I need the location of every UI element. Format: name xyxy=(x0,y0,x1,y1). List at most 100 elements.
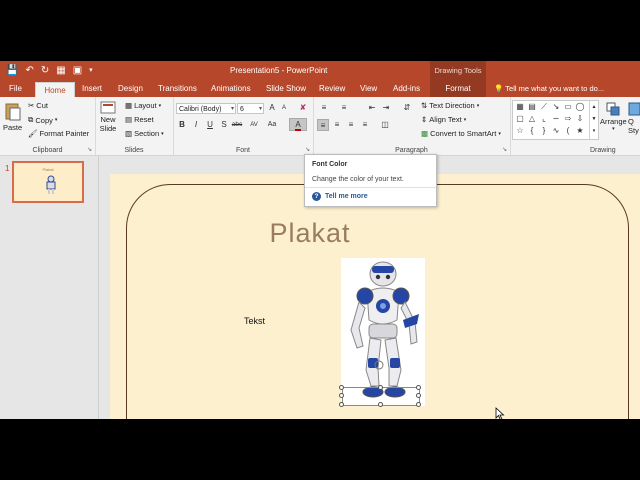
dialog-launcher-icon[interactable]: ↘ xyxy=(502,146,507,153)
rectangle-shape-icon[interactable]: ▭ xyxy=(563,102,573,111)
slide-text[interactable]: Tekst xyxy=(244,316,265,326)
tab-home[interactable]: Home xyxy=(35,82,75,98)
slide[interactable]: Plakat Tekst xyxy=(110,174,640,419)
resize-handle[interactable] xyxy=(378,402,383,407)
resize-handle[interactable] xyxy=(416,402,421,407)
elbow-connector-icon[interactable]: ⌞ xyxy=(539,114,549,123)
resize-handle[interactable] xyxy=(339,393,344,398)
curve-connector-icon[interactable]: ∽ xyxy=(551,114,561,123)
tab-slide-show[interactable]: Slide Show xyxy=(266,81,306,97)
align-right-icon[interactable]: ≡ xyxy=(345,119,357,131)
right-arrow-shape-icon[interactable]: ⇨ xyxy=(563,114,573,123)
font-name-box[interactable]: Calibri (Body) ▾ xyxy=(176,103,236,114)
italic-button[interactable]: I xyxy=(190,119,202,131)
down-arrow-shape-icon[interactable]: ⇩ xyxy=(575,114,585,123)
tell-me-more-link[interactable]: ? Tell me more xyxy=(312,192,368,201)
tab-animations[interactable]: Animations xyxy=(211,81,251,97)
font-color-button[interactable]: A xyxy=(289,118,307,131)
align-text-button[interactable]: ⇕ Align Text ▾ xyxy=(421,115,466,124)
bold-button[interactable]: B xyxy=(176,119,188,131)
reset-button[interactable]: ▤ Reset xyxy=(125,115,154,124)
dialog-launcher-icon[interactable]: ↘ xyxy=(305,146,310,153)
convert-smartart-button[interactable]: ▩ Convert to SmartArt ▾ xyxy=(421,129,501,138)
arrow-line-shape-icon[interactable]: ↘ xyxy=(551,102,561,111)
tab-add-ins[interactable]: Add-ins xyxy=(393,81,420,97)
tab-review[interactable]: Review xyxy=(319,81,345,97)
copy-button[interactable]: ⧉ Copy ▾ xyxy=(28,115,57,125)
save-icon[interactable]: 💾 xyxy=(6,64,18,77)
arrange-button[interactable]: Arrange ▾ xyxy=(600,101,627,132)
brace-shape-icon[interactable]: { xyxy=(527,126,537,135)
rounded-rect-shape-icon[interactable]: ▢ xyxy=(515,114,525,123)
bullets-icon[interactable]: ≡ xyxy=(318,102,330,114)
customize-qat-icon[interactable]: ▾ xyxy=(89,64,93,77)
resize-handle[interactable] xyxy=(378,385,383,390)
slide-title[interactable]: Plakat xyxy=(110,218,510,249)
line-spacing-icon[interactable]: ⇵ xyxy=(401,102,413,114)
robot-image[interactable] xyxy=(341,258,425,406)
resize-handle[interactable] xyxy=(416,385,421,390)
new-slide-label-1: New xyxy=(100,115,116,124)
paste-button[interactable]: Paste xyxy=(3,101,22,132)
tab-view[interactable]: View xyxy=(360,81,377,97)
tab-file[interactable]: File xyxy=(9,81,22,97)
shapes-gallery[interactable]: ▦ ▤ ⟋ ↘ ▭ ◯ ▢ △ ⌞ ∽ ⇨ ⇩ ☆ { } ∿ ( ★ ▲ ▼ ▾ xyxy=(512,100,599,140)
quick-styles-icon xyxy=(628,102,640,116)
tab-design[interactable]: Design xyxy=(118,81,143,97)
freeform-shape-icon[interactable]: ∿ xyxy=(551,126,561,135)
brace-close-shape-icon[interactable]: } xyxy=(539,126,549,135)
columns-icon[interactable]: ◫ xyxy=(379,119,391,131)
slide-thumbnail[interactable]: Plakat xyxy=(12,161,84,203)
text-shadow-button[interactable]: S xyxy=(218,119,230,131)
section-button[interactable]: ▧ Section ▾ xyxy=(125,129,164,138)
format-painter-button[interactable]: 🖌 Format Painter xyxy=(28,129,89,138)
textbox-vertical-shape-icon[interactable]: ▤ xyxy=(527,102,537,111)
drawing-group: ▦ ▤ ⟋ ↘ ▭ ◯ ▢ △ ⌞ ∽ ⇨ ⇩ ☆ { } ∿ ( ★ ▲ ▼ ▾ xyxy=(510,97,640,155)
start-from-beginning-icon[interactable]: ▦ xyxy=(56,64,65,77)
strikethrough-button[interactable]: abc xyxy=(230,119,244,131)
tell-me-box[interactable]: 💡 Tell me what you want to do... xyxy=(494,81,604,97)
tab-transitions[interactable]: Transitions xyxy=(158,81,197,97)
ribbon: Paste ✂ Cut ⧉ Copy ▾ 🖌 Format Painter Cl… xyxy=(0,97,640,156)
paragraph-group-label: Paragraph xyxy=(395,147,428,154)
clear-formatting-icon[interactable]: ✘ xyxy=(297,102,309,114)
tooltip-description: Change the color of your text. xyxy=(312,176,404,183)
presenter-icon[interactable]: ▣ xyxy=(73,64,82,77)
character-spacing-button[interactable]: AV xyxy=(246,119,262,131)
font-size-box[interactable]: 6 ▾ xyxy=(237,103,264,114)
textbox-shape-icon[interactable]: ▦ xyxy=(515,102,525,111)
new-slide-button[interactable]: New Slide xyxy=(99,101,117,133)
cut-button[interactable]: ✂ Cut xyxy=(28,101,48,110)
numbering-icon[interactable]: ≡ xyxy=(338,102,350,114)
triangle-shape-icon[interactable]: △ xyxy=(527,114,537,123)
dialog-launcher-icon[interactable]: ↘ xyxy=(87,146,92,153)
resize-handle[interactable] xyxy=(339,402,344,407)
layout-button[interactable]: ▦ Layout ▾ xyxy=(125,101,161,110)
oval-shape-icon[interactable]: ◯ xyxy=(575,102,585,111)
paren-shape-icon[interactable]: ( xyxy=(563,126,573,135)
line-shape-icon[interactable]: ⟋ xyxy=(539,102,549,111)
quick-styles-button[interactable]: Q Sty xyxy=(628,101,640,135)
underline-button[interactable]: U xyxy=(204,119,216,131)
star-shape-icon[interactable]: ☆ xyxy=(515,126,525,135)
justify-icon[interactable]: ≡ xyxy=(359,119,371,131)
star-small-shape-icon[interactable]: ★ xyxy=(575,126,585,135)
resize-handle[interactable] xyxy=(339,385,344,390)
tab-format[interactable]: Format xyxy=(430,81,486,97)
redo-icon[interactable]: ↻ xyxy=(41,64,49,77)
slide-thumbnail-pane: 1 Plakat xyxy=(0,156,99,419)
convert-smartart-label: Convert to SmartArt xyxy=(430,129,497,138)
align-text-label: Align Text xyxy=(429,115,462,124)
align-center-icon[interactable]: ≡ xyxy=(331,119,343,131)
increase-indent-icon[interactable]: ⇥ xyxy=(380,102,392,114)
text-direction-button[interactable]: ⇅ Text Direction ▾ xyxy=(421,101,479,110)
increase-font-size-button[interactable]: A xyxy=(266,102,278,114)
decrease-font-size-button[interactable]: A xyxy=(278,102,290,114)
gallery-scroll[interactable]: ▲ ▼ ▾ xyxy=(589,101,598,139)
decrease-indent-icon[interactable]: ⇤ xyxy=(366,102,378,114)
align-left-icon[interactable]: ≡ xyxy=(317,119,329,131)
undo-icon[interactable]: ↶ xyxy=(25,64,33,77)
tab-insert[interactable]: Insert xyxy=(82,81,102,97)
resize-handle[interactable] xyxy=(416,393,421,398)
change-case-button[interactable]: Aa xyxy=(264,119,280,131)
